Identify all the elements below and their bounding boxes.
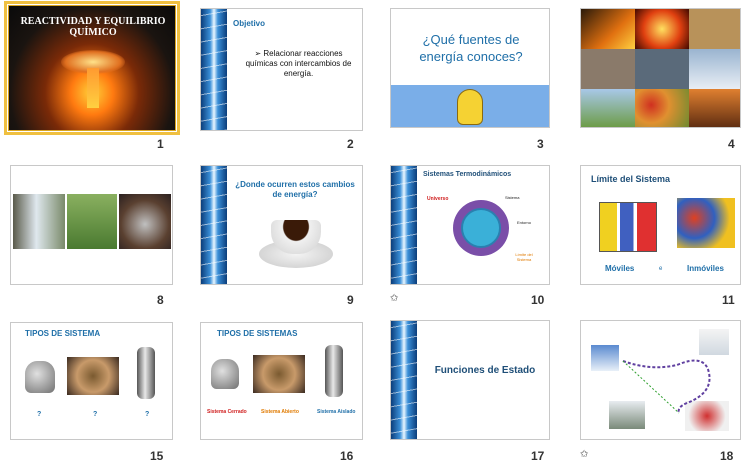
slide-number-18: 18	[720, 449, 734, 462]
kettle-image	[211, 359, 239, 389]
question-mark-3: ?	[145, 411, 150, 418]
label-entorno: Entorno	[517, 220, 532, 225]
question-mark-1: ?	[37, 411, 42, 418]
slide-thumbnail-17[interactable]: Funciones de Estado	[390, 320, 550, 440]
ski-path-diagram	[622, 359, 711, 414]
slide-11-title: Límite del Sistema	[591, 174, 671, 184]
hands-cup-image	[67, 357, 119, 395]
question-mark-2: ?	[93, 411, 98, 418]
ski-path-green	[622, 360, 680, 414]
wind-turbines-photo	[581, 89, 635, 127]
label-universo: Universo	[427, 196, 449, 202]
ski-path-dashed	[622, 359, 711, 414]
slide-number-9: 9	[347, 293, 354, 307]
power-plant-photo	[689, 89, 740, 127]
slide-thumbnail-18[interactable]	[580, 320, 741, 440]
hands-cup-image	[253, 355, 305, 393]
match-fire-photo	[581, 9, 635, 49]
slide-17-title: Funciones de Estado	[434, 365, 536, 376]
label-limite: Límite del Sistema	[515, 252, 533, 262]
slide-thumbnail-4[interactable]	[580, 8, 741, 128]
slide-number-10: 10	[531, 293, 545, 307]
label-moviles: Móviles	[605, 264, 635, 273]
slide-2-heading: Objetivo	[233, 19, 266, 28]
kettle-stove-photo	[119, 194, 171, 249]
animation-star-icon[interactable]: ✩	[390, 293, 398, 304]
label-sistema-abierto: Sistema Abierto	[261, 409, 299, 415]
label-inmoviles: Inmóviles	[687, 264, 724, 273]
kettle-image	[25, 361, 55, 393]
sun-photo	[635, 9, 689, 49]
label-sistema-aislado: Sistema Aislado	[317, 409, 356, 415]
lightning-bar	[391, 166, 417, 284]
slide-2-bullet: ➢ Relacionar reacciones químicas con int…	[241, 49, 356, 79]
crowd-image	[677, 198, 735, 248]
lightning-bar	[201, 166, 227, 284]
slide-thumbnail-1[interactable]: REACTIVIDAD Y EQUILIBRIO QUÍMICO	[4, 1, 180, 135]
slide-thumbnail-3[interactable]: ¿Qué fuentes de energía conoces?	[390, 8, 550, 128]
food-photo	[635, 89, 689, 127]
snow-mountain-photo	[689, 49, 740, 89]
slide-9-question: ¿Donde ocurren estos cambios de energía?	[235, 180, 355, 199]
slide-number-3: 3	[537, 137, 544, 151]
fuel-pump-photo	[581, 49, 635, 89]
system-circle	[461, 208, 501, 248]
slide-number-17: 17	[531, 449, 545, 462]
walking-people-photo	[67, 194, 117, 249]
slide-thumbnail-9[interactable]: ¿Donde ocurren estos cambios de energía?	[200, 165, 363, 285]
label-sistema-cerrado: Sistema Cerrado	[207, 409, 247, 415]
homer-cartoon-image	[457, 89, 483, 125]
slide-thumbnail-10[interactable]: Sistemas Termodinámicos Universo Sistema…	[390, 165, 550, 285]
waterfall-photo	[13, 194, 65, 249]
slide-number-4: 4	[728, 137, 735, 151]
pellets-photo	[689, 9, 740, 49]
thermos-image	[137, 347, 155, 399]
slide-thumbnail-2[interactable]: Objetivo ➢ Relacionar reacciones química…	[200, 8, 363, 131]
cloud-stem	[87, 68, 99, 108]
slide-10-title: Sistemas Termodinámicos	[423, 171, 512, 178]
slide-thumbnail-15[interactable]: TIPOS DE SISTEMA ? ? ?	[10, 322, 173, 440]
thermos-image	[325, 345, 343, 397]
slide-thumbnail-8[interactable]	[10, 165, 173, 285]
slide-3-question: ¿Qué fuentes de energía conoces?	[419, 32, 523, 64]
slide-number-16: 16	[340, 449, 354, 462]
slide-number-2: 2	[347, 137, 354, 151]
title-line-2: QUÍMICO	[69, 27, 117, 38]
hand-fuel-photo	[635, 49, 689, 89]
lightning-bar	[391, 321, 417, 439]
label-e: e	[659, 266, 663, 272]
title-line-1: REACTIVIDAD Y EQUILIBRIO	[20, 16, 166, 27]
label-sistema: Sistema	[505, 195, 520, 200]
slide-thumbnail-11[interactable]: Límite del Sistema Móviles e Inmóviles	[580, 165, 741, 285]
piston-diagram-image	[599, 202, 657, 252]
slide-1-title: REACTIVIDAD Y EQUILIBRIO QUÍMICO	[9, 16, 175, 38]
animation-star-icon[interactable]: ✩	[580, 449, 588, 460]
slide-16-title: TIPOS DE SISTEMAS	[217, 329, 298, 338]
slide-number-1: 1	[157, 137, 164, 151]
lightning-bar	[201, 9, 227, 130]
slide-number-8: 8	[157, 293, 164, 307]
slide-number-11: 11	[722, 293, 735, 307]
slide-number-15: 15	[150, 449, 164, 462]
slide-thumbnail-16[interactable]: TIPOS DE SISTEMAS Sistema Cerrado Sistem…	[200, 322, 363, 440]
slide-15-title: TIPOS DE SISTEMA	[25, 329, 101, 338]
